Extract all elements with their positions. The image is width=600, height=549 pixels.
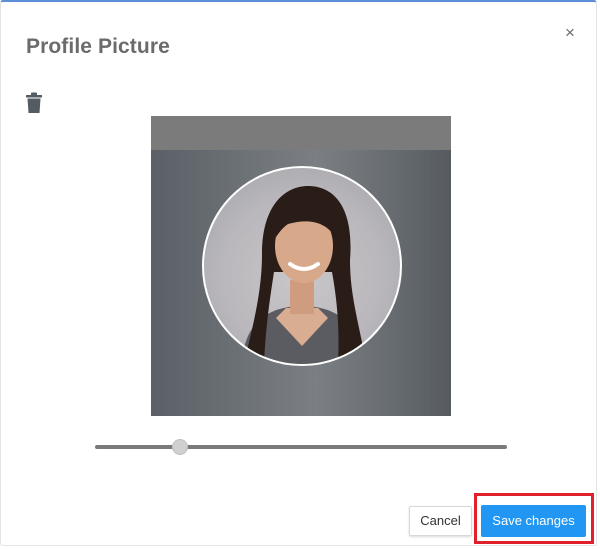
dialog-title: Profile Picture — [26, 35, 170, 58]
close-icon[interactable]: × — [561, 24, 579, 42]
profile-picture-dialog: Profile Picture × Cancel Save changes — [0, 0, 597, 546]
zoom-slider-track — [95, 445, 507, 449]
crop-circle[interactable] — [202, 166, 402, 366]
save-button[interactable]: Save changes — [481, 505, 586, 537]
profile-photo-portrait — [242, 186, 366, 364]
image-cropper[interactable] — [151, 116, 451, 416]
cancel-button[interactable]: Cancel — [409, 506, 472, 536]
zoom-slider[interactable] — [95, 438, 507, 456]
zoom-slider-thumb[interactable] — [172, 439, 188, 455]
trash-icon[interactable] — [25, 92, 43, 114]
